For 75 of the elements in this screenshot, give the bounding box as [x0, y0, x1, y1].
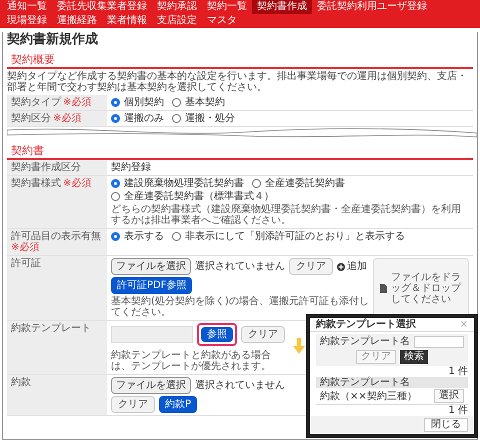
field-label: 契約区分 [11, 113, 51, 124]
radio-button[interactable] [172, 232, 181, 241]
radio-label: 基本契約 [185, 97, 225, 108]
radio-button[interactable] [252, 179, 261, 188]
dialog-title: 約款テンプレート選択 [316, 318, 416, 331]
nav-tab[interactable]: 業者情報 [102, 14, 152, 28]
field-label: 許可品目の表示有無 [11, 231, 101, 242]
radio-label: 運搬のみ [124, 113, 164, 124]
page-title: 契約書新規作成 [7, 32, 99, 48]
field-label: 約款テンプレート名 [320, 336, 410, 348]
radio-button[interactable] [111, 179, 120, 188]
clear-button[interactable]: クリア [241, 326, 285, 343]
select-button[interactable]: 選択 [434, 389, 464, 403]
file-icon [380, 284, 387, 292]
required-mark: ※必須 [11, 242, 40, 253]
field-label: 契約タイプ [11, 97, 61, 108]
nav-tab[interactable]: 契約一覧 [202, 0, 252, 14]
pdf-view-button[interactable]: 許可証PDF参照 [111, 277, 192, 294]
close-dialog-button[interactable]: 閉じる [424, 418, 468, 432]
radio-label: 運搬・処分 [185, 113, 235, 124]
add-link[interactable]: 追加 [337, 261, 367, 272]
section-description: 契約タイプなど作成する契約書の基本的な設定を行います。排出事業場毎での運用は個別契約、支店・部署と年間で交わす契約は基本契約を選択してください。 [7, 71, 468, 93]
search-field[interactable] [414, 336, 464, 348]
template-field[interactable] [111, 326, 193, 343]
nav-tab[interactable]: 通知一覧 [2, 0, 52, 14]
browse-button[interactable]: 参照 [201, 327, 233, 342]
nav-tab[interactable]: 現場登録 [2, 14, 52, 28]
radio-button[interactable] [111, 114, 120, 123]
clear-button[interactable]: クリア [111, 396, 155, 413]
nav-tab[interactable]: 支店設定 [152, 14, 202, 28]
radio-label: 表示する [124, 231, 164, 242]
required-mark: ※必須 [63, 178, 92, 189]
result-count: 1 件 [447, 405, 469, 416]
field-label: 約款 [11, 377, 31, 388]
field-value: 契約登録 [111, 162, 151, 173]
field-label: 許可証 [11, 258, 41, 269]
field-label: 契約書作成区分 [11, 162, 81, 173]
choose-file-button[interactable]: ファイルを選択 [111, 258, 191, 275]
nav-tab[interactable]: 契約承認 [152, 0, 202, 14]
radio-label: 全産連委託契約書 [265, 178, 345, 189]
radio-label: 個別契約 [124, 97, 164, 108]
radio-label: 非表示にして「別添許可証のとおり」と表示する [185, 231, 405, 242]
nav-tab[interactable]: 委託先収集業者登録 [52, 0, 152, 14]
choose-file-button[interactable]: ファイルを選択 [111, 377, 191, 394]
nav-tab[interactable]: 運搬経路 [52, 14, 102, 28]
field-label: 契約書様式 [11, 178, 61, 189]
table-cell: 約款（××契約三種） [320, 390, 417, 402]
nav-tab[interactable]: 契約書作成 [252, 0, 312, 14]
radio-label: 建設廃棄物処理委託契約書 [124, 178, 244, 189]
radio-button[interactable] [111, 98, 120, 107]
required-mark: ※必須 [53, 113, 82, 124]
radio-button[interactable] [172, 114, 181, 123]
radio-label: 全産連委託契約書（標準書式４） [124, 191, 274, 202]
help-text: 基本契約(処分契約を除く)の場合、運搬元許可証も添付してください。 [111, 296, 369, 318]
file-status: 選択されていません [195, 380, 285, 391]
search-button[interactable]: 検索 [400, 350, 428, 364]
result-count: 1 件 [447, 366, 469, 377]
field-label: 約款テンプレート [11, 323, 91, 334]
arrow-icon [293, 338, 305, 354]
help-text: 約款テンプレートと約款がある場合は、テンプレートが優先されます。 [111, 350, 272, 372]
section-heading: 契約概要 [7, 52, 473, 69]
nav-tab[interactable]: マスタ [202, 14, 242, 28]
required-mark: ※必須 [63, 97, 92, 108]
plus-icon [337, 262, 345, 270]
clear-button[interactable]: クリア [356, 350, 396, 364]
nav-tab[interactable]: 委託契約利用ユーザ登録 [312, 0, 432, 14]
radio-button[interactable] [172, 98, 181, 107]
help-text: どちらの契約書様式（建設廃棄物処理委託契約書・全産連委託契約書）を利用するかは排出事業者へご確認ください。 [111, 204, 462, 226]
radio-button[interactable] [111, 232, 120, 241]
table-header: 約款テンプレート名 [316, 377, 468, 388]
drop-zone-label: ファイルをドラッグ＆ドロップしてください [391, 272, 462, 304]
pdf-view-button[interactable]: 約款P [159, 396, 198, 413]
clear-button[interactable]: クリア [289, 258, 333, 275]
radio-button[interactable] [111, 192, 120, 201]
file-status: 選択されていません [195, 261, 285, 272]
